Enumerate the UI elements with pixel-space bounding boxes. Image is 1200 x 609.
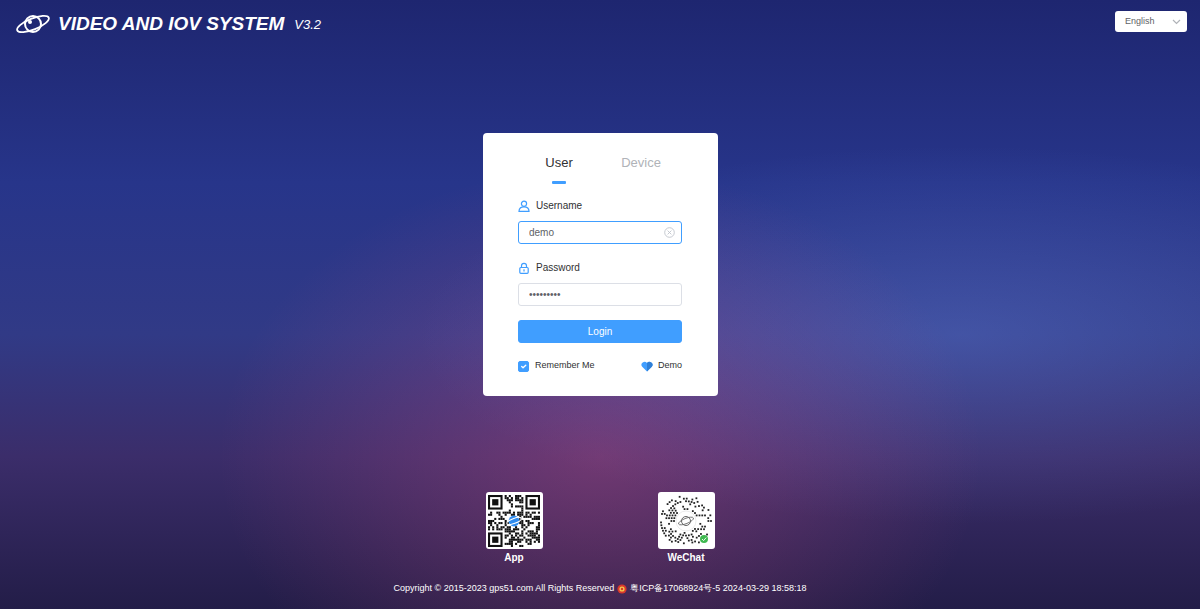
heart-icon <box>641 361 653 372</box>
user-icon <box>518 200 530 212</box>
police-emblem-icon <box>617 584 627 594</box>
username-label-text: Username <box>536 199 582 213</box>
remember-row: Remember Me Demo <box>518 359 682 373</box>
qr-label: WeChat <box>667 551 704 564</box>
qr-label: App <box>504 551 523 564</box>
system-title: VIDEO AND IOV SYSTEM <box>58 12 284 36</box>
qr-item: WeChat <box>658 492 715 564</box>
qr-item: App <box>486 492 543 564</box>
language-select[interactable]: English <box>1115 11 1187 32</box>
password-label: Password <box>518 261 682 275</box>
tab-label: User <box>545 154 572 172</box>
username-label: Username <box>518 199 682 213</box>
tab-label: Device <box>621 154 661 172</box>
login-tabs: User Device <box>483 154 718 184</box>
tab-underline <box>552 181 566 184</box>
clear-icon[interactable] <box>664 227 675 238</box>
license-text: 粤ICP备17068924号-5 2024-03-29 18:58:18 <box>630 583 806 594</box>
login-card: User Device Username <box>483 133 718 396</box>
footer: Copyright © 2015-2023 gps51.com All Righ… <box>394 583 807 594</box>
qr-codes: App WeChat <box>486 492 715 564</box>
system-version: V3.2 <box>294 11 321 37</box>
login-zone: User Device Username <box>0 46 1200 396</box>
password-label-text: Password <box>536 261 580 275</box>
login-tab[interactable]: User <box>518 154 600 184</box>
language-value: English <box>1125 15 1155 29</box>
header-bar: VIDEO AND IOV SYSTEM V3.2 English <box>0 0 1200 46</box>
planet-logo-icon <box>14 12 52 36</box>
qr-code-icon <box>488 495 540 547</box>
qr-code <box>658 492 715 549</box>
remember-label: Remember Me <box>535 359 595 373</box>
login-tab[interactable]: Device <box>600 154 682 184</box>
demo-label: Demo <box>658 359 682 373</box>
bottom-area: App WeChat Copyright © 2015-2023 gps51.co… <box>0 492 1200 609</box>
remember-me[interactable]: Remember Me <box>518 359 595 373</box>
password-input[interactable] <box>518 283 682 306</box>
username-input[interactable] <box>518 221 682 244</box>
login-button[interactable]: Login <box>518 320 682 343</box>
chevron-down-icon <box>1172 19 1181 25</box>
login-page: VIDEO AND IOV SYSTEM V3.2 English User De… <box>0 0 1200 609</box>
copyright-text: Copyright © 2015-2023 gps51.com All Righ… <box>394 583 615 594</box>
password-field <box>518 283 682 306</box>
lock-icon <box>518 262 530 274</box>
qr-code-icon <box>659 494 713 548</box>
login-form: Username Password <box>518 199 682 373</box>
username-field <box>518 221 682 244</box>
qr-code <box>486 492 543 549</box>
demo-link[interactable]: Demo <box>641 359 682 373</box>
remember-checkbox[interactable] <box>518 361 529 372</box>
brand: VIDEO AND IOV SYSTEM V3.2 <box>14 11 321 37</box>
